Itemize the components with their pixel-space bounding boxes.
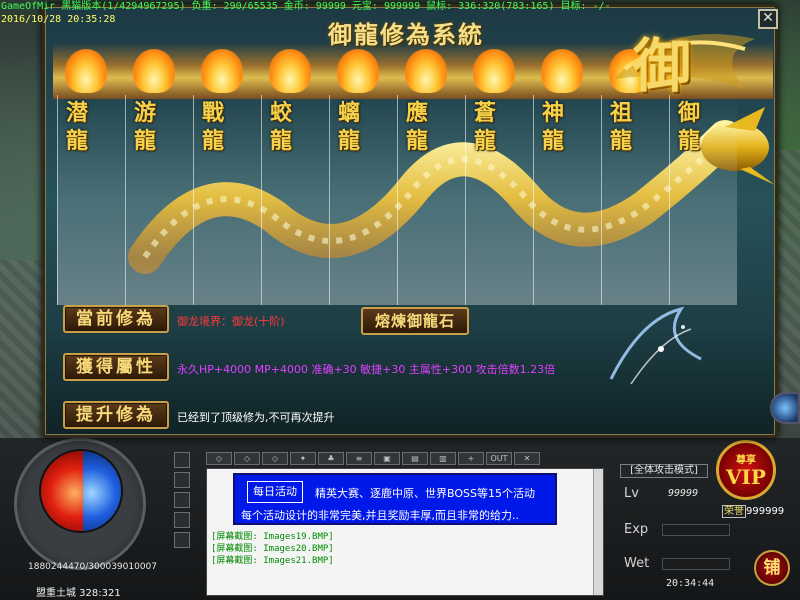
event-tag: 每日活动 — [247, 481, 303, 503]
flame-decoration — [473, 49, 515, 93]
dragon-cultivation-dialog: 御龍修為系統 御 ✕ 潜龍 游龍 戰龍 蛟龍 螭龍 應龍 蒼龍 神龍 祖龍 御龍… — [42, 4, 778, 438]
mp-orb-half — [83, 451, 121, 531]
current-cultivation-text: 御龙境界：御龙(十阶) — [177, 315, 285, 328]
flame-decoration — [133, 49, 175, 93]
status-line-datetime: 2016/10/28 20:35:28 — [1, 14, 116, 25]
rank-column: 游龍 — [125, 95, 193, 305]
rank-label: 游龍 — [134, 100, 157, 154]
map-location: 盟重土城 328:321 — [36, 588, 121, 599]
chat-tab-out[interactable]: OUT — [486, 452, 512, 465]
rank-column: 祖龍 — [601, 95, 669, 305]
chat-tab[interactable]: ▣ — [374, 452, 400, 465]
chat-scrollbar[interactable] — [593, 469, 603, 595]
status-line-1: GameOfMir 黑猫版本(1/4294967295) 负重: 290/655… — [1, 1, 611, 12]
weight-bar — [662, 558, 730, 570]
level-label: Lv — [624, 486, 639, 501]
exp-bar — [662, 524, 730, 536]
current-cultivation-button[interactable]: 當前修為 — [63, 305, 169, 333]
side-menu-button[interactable] — [174, 492, 190, 508]
exp-label: Exp — [624, 522, 649, 537]
chat-tab-bar: ◇ ◇ ◇ ✦ ♣ ≡ ▣ ▤ ▥ + OUT ✕ — [206, 452, 574, 466]
honor-label: 荣誉 — [722, 505, 746, 518]
honor-value: 999999 — [746, 506, 785, 517]
upgrade-cultivation-button[interactable]: 提升修為 — [63, 401, 169, 429]
rank-column: 御龍 — [669, 95, 737, 305]
side-menu-button[interactable] — [174, 452, 190, 468]
chat-tab[interactable]: ♣ — [318, 452, 344, 465]
rank-label: 戰龍 — [202, 100, 225, 154]
game-clock: 20:34:44 — [666, 578, 715, 589]
rank-label: 神龍 — [542, 100, 565, 154]
chat-tab[interactable]: ◇ — [206, 452, 232, 465]
gained-attributes-text: 永久HP+4000 MP+4000 准确+30 敏捷+30 主属性+300 攻击… — [177, 363, 556, 376]
hp-mp-orb — [39, 449, 123, 533]
event-banner[interactable]: 每日活动 精英大赛、逐鹿中原、世界BOSS等15个活动 每个活动设计的非常完美,… — [233, 473, 557, 525]
upgrade-status-text: 已经到了顶级修为,不可再次提升 — [177, 411, 335, 424]
character-panel: [全体攻击模式] 尊享 VIP 荣誉 999999 Lv 99999 Exp We… — [614, 438, 800, 600]
panel-toggle-button[interactable] — [770, 392, 800, 424]
rank-label: 御龍 — [678, 100, 701, 154]
vip-badge[interactable]: 尊享 VIP — [716, 440, 776, 500]
chat-tab[interactable]: ◇ — [262, 452, 288, 465]
chat-tab-close[interactable]: ✕ — [514, 452, 540, 465]
rank-column: 蛟龍 — [261, 95, 329, 305]
rank-columns: 潜龍 游龍 戰龍 蛟龍 螭龍 應龍 蒼龍 神龍 祖龍 御龍 — [57, 95, 737, 305]
rank-label: 蒼龍 — [474, 100, 497, 154]
gained-attributes-button[interactable]: 獲得屬性 — [63, 353, 169, 381]
rank-column: 戰龍 — [193, 95, 261, 305]
hp-mp-readout: 1880244470/300039010007 — [28, 562, 158, 572]
chat-window: 每日活动 精英大赛、逐鹿中原、世界BOSS等15个活动 每个活动设计的非常完美,… — [206, 468, 604, 596]
level-value: 99999 — [668, 488, 699, 499]
side-menu-button[interactable] — [174, 532, 190, 548]
rank-column: 蒼龍 — [465, 95, 533, 305]
chat-log-line: [屏幕截图: Images21.BMP] — [211, 556, 334, 566]
rank-column: 神龍 — [533, 95, 601, 305]
chat-tab[interactable]: ▥ — [430, 452, 456, 465]
rank-column: 螭龍 — [329, 95, 397, 305]
status-line: GameOfMir 黑猫版本(1/4294967295) 负重: 290/655… — [0, 0, 800, 32]
side-menu-button[interactable] — [174, 512, 190, 528]
magic-spark-effect — [609, 306, 702, 385]
rank-label: 螭龍 — [338, 100, 361, 154]
event-line-2: 每个活动设计的非常完美,并且奖励丰厚,而且非常的给力.. — [241, 509, 519, 522]
rank-column: 應龍 — [397, 95, 465, 305]
chat-tab-add[interactable]: + — [458, 452, 484, 465]
honor-display: 荣誉 999999 — [722, 502, 785, 518]
attack-mode-button[interactable]: [全体攻击模式] — [620, 464, 708, 478]
smelt-dragon-stone-button[interactable]: 熔煉御龍石 — [361, 307, 469, 335]
flame-decoration — [65, 49, 107, 93]
flame-decoration — [541, 49, 583, 93]
rank-label: 蛟龍 — [270, 100, 293, 154]
event-line-1: 精英大赛、逐鹿中原、世界BOSS等15个活动 — [315, 487, 535, 500]
shop-button[interactable]: 铺 — [754, 550, 790, 586]
rank-label: 應龍 — [406, 100, 429, 154]
hp-mp-orb-frame — [14, 438, 146, 570]
weight-label: Wet — [624, 556, 650, 571]
chat-tab[interactable]: ◇ — [234, 452, 260, 465]
rank-column: 潜龍 — [57, 95, 125, 305]
flame-decoration — [201, 49, 243, 93]
chat-tab[interactable]: ≡ — [346, 452, 372, 465]
vip-main-text: VIP — [726, 465, 766, 489]
flame-decoration — [269, 49, 311, 93]
rank-label: 潜龍 — [66, 100, 89, 154]
chat-tab[interactable]: ✦ — [290, 452, 316, 465]
bottom-hud: 1880244470/300039010007 盟重土城 328:321 ◇ ◇… — [0, 438, 800, 600]
flame-decoration — [405, 49, 447, 93]
rank-label: 祖龍 — [610, 100, 633, 154]
hp-orb-half — [41, 451, 83, 531]
flame-decoration — [337, 49, 379, 93]
chat-tab[interactable]: ▤ — [402, 452, 428, 465]
side-menu-button[interactable] — [174, 472, 190, 488]
